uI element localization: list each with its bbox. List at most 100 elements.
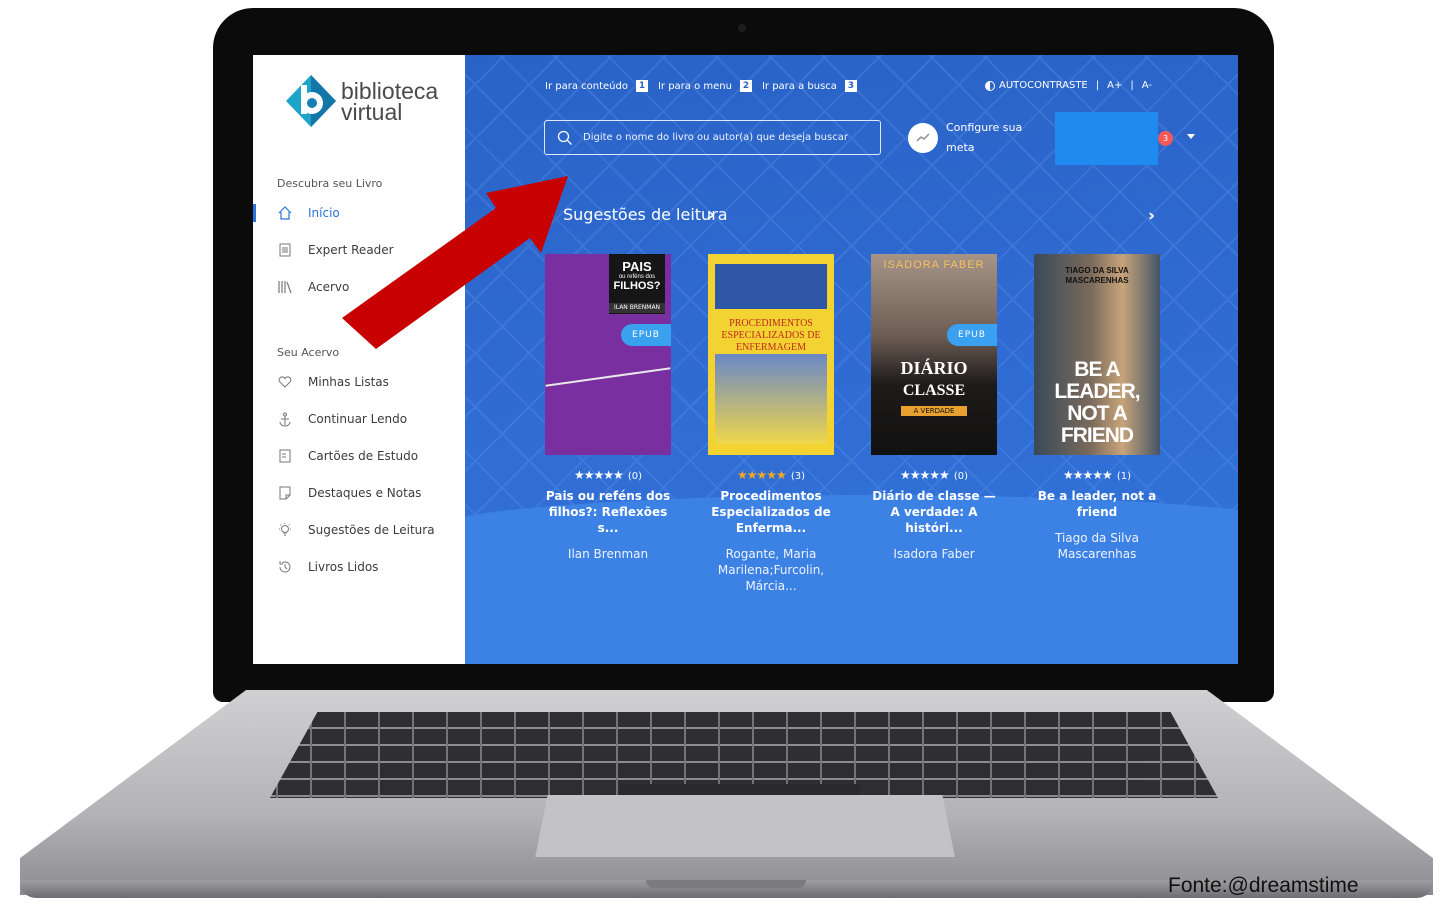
configure-goal[interactable]: Configure sua meta xyxy=(908,118,1032,158)
notification-badge[interactable]: 3 xyxy=(1158,131,1173,146)
skip-link-key: 2 xyxy=(739,80,752,92)
image-source-caption: Fonte:@dreamstime xyxy=(1168,874,1359,897)
sidebar-item-label: Início xyxy=(308,206,340,220)
book-cover[interactable]: TIAGO DA SILVA MASCARENHAS BE A LEADER, … xyxy=(1034,254,1160,455)
font-increase-button[interactable]: A+ xyxy=(1107,80,1122,91)
suggestions-title[interactable]: Sugestões de leitura xyxy=(563,205,728,224)
sidebar-item-expert-reader[interactable]: Expert Reader xyxy=(253,235,465,265)
document-icon xyxy=(277,242,293,258)
sidebar-item-livros-lidos[interactable]: Livros Lidos xyxy=(253,552,465,582)
skip-link-label: Ir para o menu xyxy=(657,80,732,92)
autocontrast-button[interactable]: AUTOCONTRASTE xyxy=(999,80,1088,91)
book-card[interactable]: PAIS ou reféns dos FILHOS? ILAN BRENMAN … xyxy=(545,254,671,562)
user-avatar[interactable] xyxy=(1055,112,1158,165)
book-card[interactable]: PROCEDIMENTOS ESPECIALIZADOS DE ENFERMAG… xyxy=(708,254,834,594)
logo-mark-icon xyxy=(286,75,336,127)
note-icon xyxy=(277,485,293,501)
sidebar-item-minhas-listas[interactable]: Minhas Listas xyxy=(253,367,465,397)
sidebar-item-sugestoes-de-leitura[interactable]: Sugestões de Leitura xyxy=(253,515,465,545)
keyboard-spacebar xyxy=(620,784,860,795)
card-icon xyxy=(277,448,293,464)
logo-text: biblioteca virtual xyxy=(341,80,438,125)
rating: ★★★★★ (0) xyxy=(545,468,671,482)
book-card[interactable]: TIAGO DA SILVA MASCARENHAS BE A LEADER, … xyxy=(1034,254,1160,562)
camera-dot xyxy=(738,24,746,32)
section-title-collection: Seu Acervo xyxy=(277,346,340,359)
suggestions-chevron-icon[interactable]: › xyxy=(708,205,715,225)
separator: | xyxy=(1130,80,1134,91)
book-cover[interactable]: PROCEDIMENTOS ESPECIALIZADOS DE ENFERMAG… xyxy=(708,254,834,455)
lightbulb-icon xyxy=(277,522,293,538)
logo[interactable]: biblioteca virtual xyxy=(286,75,466,135)
search-input[interactable] xyxy=(583,132,863,143)
sidebar-item-cartoes-de-estudo[interactable]: Cartões de Estudo xyxy=(253,441,465,471)
skip-link-label: Ir para conteúdo xyxy=(545,80,628,92)
book-author: Ilan Brenman xyxy=(567,547,649,561)
skip-link-menu[interactable]: Ir para o menu 2 xyxy=(658,80,752,92)
skip-link-content[interactable]: Ir para conteúdo 1 xyxy=(545,80,648,92)
bookshelf-icon xyxy=(277,279,293,295)
search-box[interactable] xyxy=(544,120,881,155)
sidebar-item-inicio[interactable]: Início xyxy=(253,198,465,228)
history-icon xyxy=(277,559,293,575)
skip-links: Ir para conteúdo 1 Ir para o menu 2 Ir p… xyxy=(545,80,867,92)
home-icon xyxy=(277,205,293,221)
rating: ★★★★★ (0) xyxy=(871,468,997,482)
trackpad xyxy=(535,795,955,858)
user-menu-caret-icon[interactable] xyxy=(1187,134,1195,139)
rating-count: (0) xyxy=(627,471,642,482)
sidebar-item-label: Destaques e Notas xyxy=(308,486,422,500)
book-cover[interactable]: ISADORA FABER DIÁRIO CLASSE A VERDADE EP… xyxy=(871,254,997,455)
separator: | xyxy=(1095,80,1100,91)
book-card[interactable]: ISADORA FABER DIÁRIO CLASSE A VERDADE EP… xyxy=(871,254,997,562)
book-title[interactable]: Be a leader, not a friend xyxy=(1034,488,1160,520)
skip-link-search[interactable]: Ir para a busca 3 xyxy=(762,80,857,92)
skip-link-label: Ir para a busca xyxy=(761,80,837,92)
cover-text: CLASSE xyxy=(902,382,966,399)
sidebar: biblioteca virtual Descubra seu Livro In… xyxy=(253,55,465,664)
section-title-discover: Descubra seu Livro xyxy=(277,177,383,190)
carousel-next-icon[interactable]: › xyxy=(1148,206,1155,226)
search-icon xyxy=(557,130,572,145)
skip-link-key: 1 xyxy=(635,80,648,92)
rating-count: (0) xyxy=(953,471,968,482)
heart-icon xyxy=(277,374,293,390)
sidebar-item-label: Acervo xyxy=(308,280,350,294)
rating-stars: ★★★★★ xyxy=(574,468,624,482)
book-cover[interactable]: PAIS ou reféns dos FILHOS? ILAN BRENMAN … xyxy=(545,254,671,455)
cover-ribbon xyxy=(545,367,671,387)
goal-label: Configure sua meta xyxy=(946,121,1023,154)
sidebar-item-label: Sugestões de Leitura xyxy=(308,523,435,537)
logo-line-2: virtual xyxy=(341,99,403,125)
book-title[interactable]: Procedimentos Especializados de Enferma.… xyxy=(708,488,834,536)
book-author: Isadora Faber xyxy=(893,547,975,561)
cover-text: A VERDADE xyxy=(901,406,967,416)
sidebar-item-acervo[interactable]: Acervo xyxy=(253,272,465,302)
rating: ★★★★★ (1) xyxy=(1034,468,1160,482)
rating-stars: ★★★★★ xyxy=(900,468,950,482)
cover-text: DIÁRIO xyxy=(900,358,968,378)
cover-text: PROCEDIMENTOS ESPECIALIZADOS DE ENFERMAG… xyxy=(721,318,821,353)
rating: ★★★★★ (3) xyxy=(708,468,834,482)
sidebar-item-label: Minhas Listas xyxy=(308,375,389,389)
rating-stars: ★★★★★ xyxy=(737,468,787,482)
sidebar-item-label: Expert Reader xyxy=(308,243,394,257)
sidebar-item-destaques-e-notas[interactable]: Destaques e Notas xyxy=(253,478,465,508)
rating-stars: ★★★★★ xyxy=(1063,468,1113,482)
sidebar-item-label: Cartões de Estudo xyxy=(308,449,419,463)
cover-text: PAIS xyxy=(622,259,652,274)
anchor-icon xyxy=(277,411,293,427)
rating-count: (1) xyxy=(1116,471,1131,482)
epub-badge: EPUB xyxy=(947,324,997,346)
book-author: Rogante, Maria Marilena;Furcolin, Márcia… xyxy=(717,547,825,593)
cover-text: FILHOS? xyxy=(613,280,661,292)
laptop-screen: biblioteca virtual Descubra seu Livro In… xyxy=(253,55,1238,664)
sidebar-item-continuar-lendo[interactable]: Continuar Lendo xyxy=(253,404,465,434)
main-content: Ir para conteúdo 1 Ir para o menu 2 Ir p… xyxy=(465,55,1238,664)
book-title[interactable]: Pais ou reféns dos filhos?: Reflexões s.… xyxy=(545,488,671,536)
epub-badge: EPUB xyxy=(621,324,671,346)
cover-text: TIAGO DA SILVA MASCARENHAS xyxy=(1065,266,1129,285)
font-decrease-button[interactable]: A- xyxy=(1142,80,1152,91)
book-title[interactable]: Diário de classe — A verdade: A históri.… xyxy=(871,488,997,536)
book-author: Tiago da Silva Mascarenhas xyxy=(1055,531,1139,561)
